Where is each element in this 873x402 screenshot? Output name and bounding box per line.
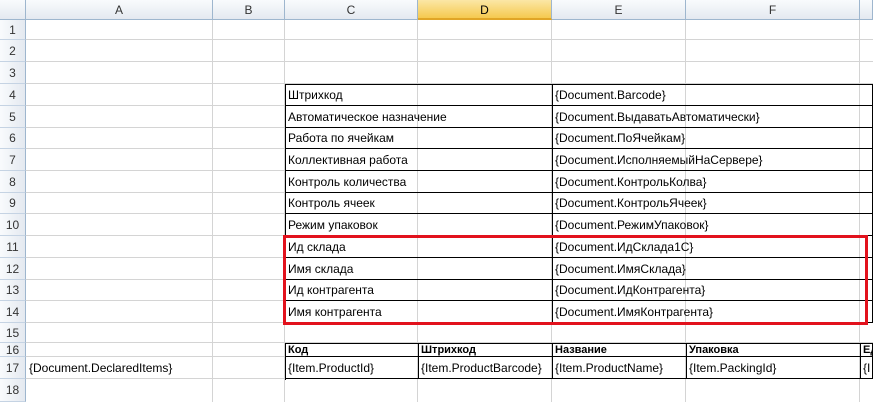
row-header-4[interactable]: 4	[0, 84, 26, 106]
cell-c11[interactable]: Ид склада	[285, 236, 553, 258]
items-cell-packingid[interactable]: {Item.PackingId}	[686, 357, 861, 379]
row-header-7[interactable]: 7	[0, 149, 26, 171]
row-header-15[interactable]: 15	[0, 323, 26, 343]
cell-c9[interactable]: Контроль ячеек	[285, 193, 553, 214]
row-header-10[interactable]: 10	[0, 214, 26, 236]
column-header-f[interactable]: F	[686, 0, 860, 20]
cell-c12[interactable]: Имя склада	[285, 258, 553, 280]
row-header-2[interactable]: 2	[0, 40, 26, 62]
cell-e8[interactable]: {Document.КонтрольКолва}	[552, 171, 873, 193]
cell-c10[interactable]: Режим упаковок	[285, 214, 553, 236]
row-header-9[interactable]: 9	[0, 193, 26, 214]
select-all-corner[interactable]	[0, 0, 26, 20]
column-header-e[interactable]: E	[552, 0, 686, 20]
cell-e10[interactable]: {Document.РежимУпаковок}	[552, 214, 873, 236]
row-header-18[interactable]: 18	[0, 379, 26, 402]
items-header-code[interactable]: Код	[285, 343, 419, 357]
column-header-g[interactable]	[860, 0, 873, 20]
cell-c8[interactable]: Контроль количества	[285, 171, 553, 193]
cell-c14[interactable]: Имя контрагента	[285, 301, 553, 323]
row-header-16[interactable]: 16	[0, 343, 26, 357]
spreadsheet: A B C D E F 1 2 3 4 5 6 7 8 9 10 11 12 1…	[0, 0, 873, 402]
cell-e12[interactable]: {Document.ИмяСклада}	[552, 258, 873, 280]
column-header-b[interactable]: B	[213, 0, 285, 20]
cell-c5[interactable]: Автоматическое назначение	[285, 106, 553, 128]
cell-c6[interactable]: Работа по ячейкам	[285, 128, 553, 149]
cell-c4[interactable]: Штрихкод	[285, 84, 553, 106]
column-header-d[interactable]: D	[418, 0, 552, 20]
items-header-packing[interactable]: Упаковка	[686, 343, 861, 357]
items-cell-productbarcode[interactable]: {Item.ProductBarcode}	[418, 357, 553, 379]
cell-e9[interactable]: {Document.КонтрольЯчеек}	[552, 193, 873, 214]
items-cell-productid[interactable]: {Item.ProductId}	[285, 357, 419, 379]
cell-e5[interactable]: {Document.ВыдаватьАвтоматически}	[552, 106, 873, 128]
row-header-12[interactable]: 12	[0, 258, 26, 280]
items-header-name[interactable]: Название	[552, 343, 687, 357]
row-header-8[interactable]: 8	[0, 171, 26, 193]
cell-e13[interactable]: {Document.ИдКонтрагента}	[552, 280, 873, 301]
items-cell-productname[interactable]: {Item.ProductName}	[552, 357, 687, 379]
row-header-3[interactable]: 3	[0, 62, 26, 84]
cell-e4[interactable]: {Document.Barcode}	[552, 84, 873, 106]
cell-c7[interactable]: Коллективная работа	[285, 149, 553, 171]
items-header-barcode[interactable]: Штрихкод	[418, 343, 553, 357]
row-header-11[interactable]: 11	[0, 236, 26, 258]
row-header-5[interactable]: 5	[0, 106, 26, 128]
row-header-13[interactable]: 13	[0, 280, 26, 301]
cell-c13[interactable]: Ид контрагента	[285, 280, 553, 301]
items-cell-unit[interactable]: {I	[860, 357, 873, 379]
row-header-17[interactable]: 17	[0, 357, 26, 379]
column-header-c[interactable]: C	[285, 0, 418, 20]
cell-a17[interactable]: {Document.DeclaredItems}	[26, 357, 213, 379]
cell-e6[interactable]: {Document.ПоЯчейкам}	[552, 128, 873, 149]
items-header-unit[interactable]: Ед	[860, 343, 873, 357]
row-header-1[interactable]: 1	[0, 20, 26, 40]
cell-e14[interactable]: {Document.ИмяКонтрагента}	[552, 301, 873, 323]
column-header-a[interactable]: A	[26, 0, 213, 20]
row-header-6[interactable]: 6	[0, 128, 26, 149]
cell-e11[interactable]: {Document.ИдСклада1С}	[552, 236, 873, 258]
cell-e7[interactable]: {Document.ИсполняемыйНаСервере}	[552, 149, 873, 171]
row-header-14[interactable]: 14	[0, 301, 26, 323]
